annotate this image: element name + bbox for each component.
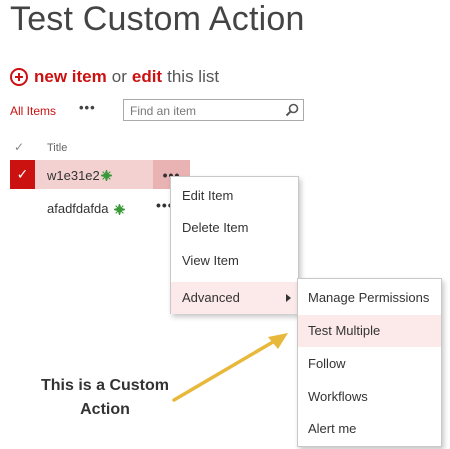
select-all-checkmark[interactable]: ✓ xyxy=(14,140,24,154)
column-header-title[interactable]: Title xyxy=(47,142,67,154)
view-all-items[interactable]: All Items xyxy=(10,104,56,118)
menu-item-test-multiple[interactable]: Test Multiple xyxy=(308,323,380,338)
search-input[interactable] xyxy=(128,101,282,121)
this-list-text: this list xyxy=(167,67,220,86)
submenu-arrow-icon xyxy=(286,294,291,302)
new-badge-icon xyxy=(111,201,128,220)
table-row[interactable]: ✓ w1e31e2 ••• xyxy=(10,160,190,189)
callout-arrow-icon xyxy=(172,333,288,402)
row-checkbox[interactable]: ✓ xyxy=(10,160,35,189)
search-box xyxy=(123,99,304,121)
new-item-toolbar: new item or edit this list xyxy=(10,65,219,89)
callout-label: This is a Custom Action xyxy=(40,374,170,422)
search-icon[interactable] xyxy=(285,103,299,122)
or-text: or xyxy=(111,67,127,86)
plus-icon[interactable] xyxy=(10,68,28,86)
advanced-submenu: Manage Permissions Test Multiple Follow … xyxy=(297,278,442,447)
edit-list-link[interactable]: edit xyxy=(132,67,162,87)
page-title: Test Custom Action xyxy=(10,0,305,38)
menu-item-delete[interactable]: Delete Item xyxy=(182,220,248,235)
menu-item-advanced[interactable]: Advanced xyxy=(182,290,240,305)
item-context-menu: Edit Item Delete Item View Item Advanced xyxy=(170,176,299,314)
callout-line-2: Action xyxy=(80,401,130,418)
menu-item-manage-permissions[interactable]: Manage Permissions xyxy=(308,290,429,305)
menu-item-view[interactable]: View Item xyxy=(182,253,239,268)
menu-item-workflows[interactable]: Workflows xyxy=(308,389,368,404)
new-badge-icon xyxy=(98,167,115,186)
menu-item-edit[interactable]: Edit Item xyxy=(182,188,233,203)
new-item-link[interactable]: new item xyxy=(34,67,107,87)
row-title-link[interactable]: afadfdafda xyxy=(47,201,108,216)
menu-item-follow[interactable]: Follow xyxy=(308,356,346,371)
row-title-link[interactable]: w1e31e2 xyxy=(47,168,100,183)
view-more-ellipsis[interactable]: ••• xyxy=(79,100,96,115)
menu-item-alert-me[interactable]: Alert me xyxy=(308,421,356,436)
callout-line-1: This is a Custom xyxy=(40,377,170,394)
